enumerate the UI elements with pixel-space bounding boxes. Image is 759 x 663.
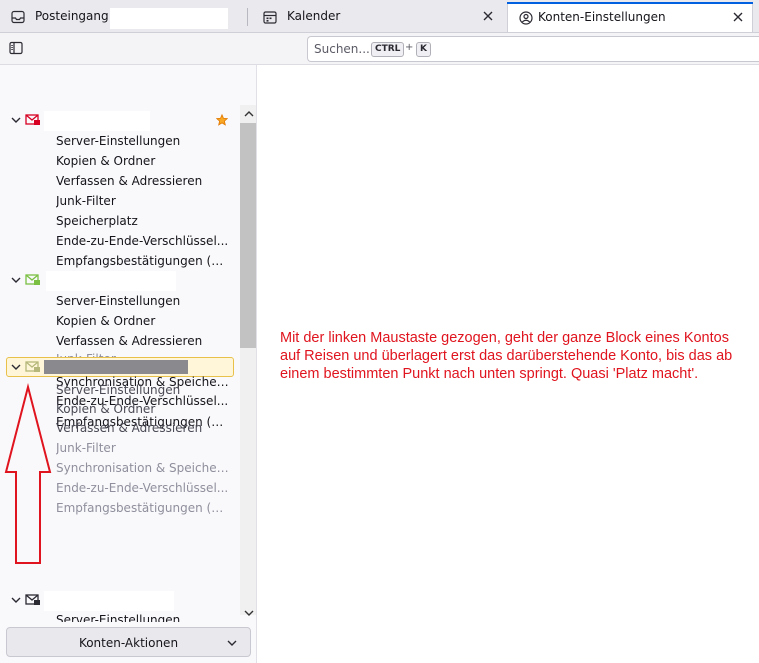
tree-item-composition[interactable]: Verfassen & Adressieren (56, 174, 231, 188)
inbox-icon (11, 10, 25, 24)
tree-item-receipts[interactable]: Empfangsbestätigungen (M... (56, 254, 231, 268)
account-actions-button[interactable]: Konten-Aktionen (6, 627, 251, 657)
tree-item-junk-filter[interactable]: Junk-Filter (56, 441, 231, 455)
tree-item-e2e-encryption[interactable]: Ende-zu-Ende-Verschlüssel... (56, 234, 231, 248)
tab-calendar-label: Kalender (287, 9, 341, 23)
shortcut-k-key: K (416, 42, 431, 57)
chevron-down-icon (227, 640, 237, 646)
tab-account-settings[interactable]: Konten-Einstellungen (507, 2, 753, 32)
tab-inbox-label: Posteingang - (35, 9, 117, 23)
scroll-down-icon[interactable] (244, 608, 254, 618)
mail-account-green-icon (25, 274, 40, 285)
calendar-icon (263, 11, 277, 24)
chevron-down-icon[interactable] (10, 361, 22, 373)
tree-item-composition[interactable]: Verfassen & Adressieren (56, 334, 231, 348)
chevron-down-icon[interactable] (10, 594, 22, 606)
global-search-input[interactable]: Suchen... CTRL + K (307, 36, 759, 62)
tree-item-receipts[interactable]: Empfangsbestätigungen (M... (56, 501, 231, 515)
tree-scrollbar-thumb[interactable] (240, 123, 256, 348)
shortcut-plus: + (405, 42, 414, 53)
tree-item-copies-folders[interactable]: Kopien & Ordner (56, 154, 231, 168)
close-icon[interactable] (730, 9, 746, 25)
tree-item-e2e-encryption[interactable]: Ende-zu-Ende-Verschlüssel... (56, 481, 231, 495)
redacted-account-name (44, 111, 150, 131)
redacted-account-name (44, 360, 188, 374)
tree-item-composition[interactable]: Verfassen & Adressieren (56, 421, 231, 435)
tab-bar: Posteingang - Kalender Konten-Einstellun… (0, 0, 759, 33)
tab-inbox[interactable]: Posteingang - (0, 2, 246, 32)
star-icon (216, 114, 228, 126)
tree-item-junk-filter[interactable]: Junk-Filter (56, 194, 231, 208)
sidebar-toggle-icon[interactable] (9, 41, 23, 55)
chevron-down-icon[interactable] (10, 114, 22, 126)
tree-item-copies-folders[interactable]: Kopien & Ordner (56, 314, 231, 328)
account-actions-label: Konten-Aktionen (78, 636, 179, 650)
tab-calendar[interactable]: Kalender (252, 2, 502, 32)
thunderbird-window: Posteingang - Kalender Konten-Einstellun… (0, 0, 759, 663)
shortcut-ctrl-key: CTRL (371, 42, 405, 57)
tree-item-sync-storage[interactable]: Synchronisation & Speicher... (56, 461, 231, 475)
account-settings-pane: Mit der linken Maustaste gezogen, geht d… (258, 65, 759, 663)
mail-account-dark-icon (25, 594, 40, 605)
mail-account-green-icon (25, 361, 40, 372)
tab-separator (247, 8, 248, 26)
redacted-account-name (46, 271, 176, 291)
search-placeholder: Suchen... (314, 42, 370, 56)
tree-item-copies-folders[interactable]: Kopien & Ordner (56, 402, 231, 416)
redacted-account-name (44, 591, 174, 611)
tree-item-server-settings[interactable]: Server-Einstellungen (56, 613, 231, 622)
account-settings-icon (519, 11, 533, 25)
redacted-account-name (110, 8, 228, 29)
tree-item-server-settings[interactable]: Server-Einstellungen (56, 134, 231, 148)
tab-account-settings-label: Konten-Einstellungen (538, 10, 666, 24)
mail-account-red-icon (25, 114, 40, 125)
tree-item-server-settings[interactable]: Server-Einstellungen (56, 294, 231, 308)
tree-item-storage[interactable]: Speicherplatz (56, 214, 231, 228)
toolbar: Suchen... CTRL + K (0, 33, 759, 65)
scroll-up-icon[interactable] (244, 109, 254, 119)
close-icon[interactable] (480, 8, 496, 24)
annotation-text: Mit der linken Maustaste gezogen, geht d… (280, 330, 733, 382)
chevron-down-icon[interactable] (10, 274, 22, 286)
account-tree: Server-Einstellungen Kopien & Ordner Ver… (0, 65, 257, 663)
